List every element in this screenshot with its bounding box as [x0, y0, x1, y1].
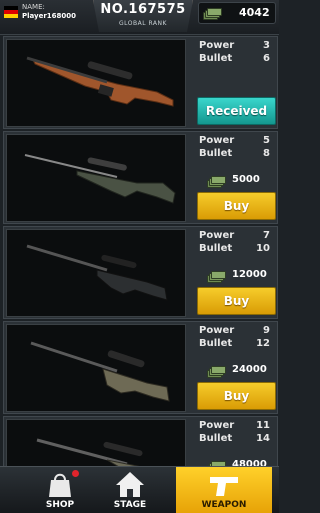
- rifle-icon: [30, 341, 170, 402]
- nav-weapon-label: WEAPON: [201, 500, 247, 510]
- global-rank-panel: NO.167575 GLOBAL RANK: [93, 0, 193, 32]
- weapon-card: Power 3 Bullet 6 Received: [3, 36, 278, 129]
- bullet-label: Bullet: [199, 433, 233, 444]
- bullet-value: 10: [256, 243, 270, 254]
- money-amount: 4042: [239, 6, 270, 19]
- rifle-icon: [26, 244, 168, 301]
- bullet-label: Bullet: [199, 148, 233, 159]
- buy-button[interactable]: Buy: [197, 192, 276, 220]
- nav-weapon[interactable]: WEAPON: [176, 467, 272, 513]
- weapon-image: [6, 134, 186, 222]
- power-value: 3: [263, 40, 270, 51]
- weapon-image: [6, 419, 186, 468]
- top-bar: NAME: Player168000 NO.167575 GLOBAL RANK…: [0, 0, 279, 35]
- power-label: Power: [199, 325, 235, 336]
- weapon-card: Power 9 Bullet 12 24000 Buy: [3, 321, 278, 414]
- rank-label: GLOBAL RANK: [119, 20, 167, 27]
- bullet-value: 14: [256, 433, 270, 444]
- weapon-card: Power 11 Bullet 14 48000: [3, 416, 278, 468]
- cash-icon: [203, 8, 222, 20]
- power-label: Power: [199, 40, 235, 51]
- country-flag-icon: [4, 6, 18, 18]
- home-icon: [116, 472, 144, 497]
- cash-icon: [207, 271, 226, 283]
- bullet-label: Bullet: [199, 243, 233, 254]
- nav-shop[interactable]: SHOP: [30, 467, 90, 513]
- weapon-image: [6, 39, 186, 127]
- weapon-image: [6, 324, 186, 412]
- bullet-value: 6: [263, 53, 270, 64]
- money-display: 4042: [198, 2, 276, 24]
- price-value: 12000: [232, 269, 267, 280]
- power-label: Power: [199, 420, 235, 431]
- price-value: 24000: [232, 364, 267, 375]
- weapon-list[interactable]: Power 3 Bullet 6 Received Power 5 Bullet…: [0, 36, 279, 468]
- rank-number: NO.167575: [100, 2, 186, 17]
- rifle-icon: [36, 438, 150, 468]
- player-name: Player168000: [22, 12, 77, 20]
- received-button[interactable]: Received: [197, 97, 276, 125]
- notification-dot: [72, 470, 79, 477]
- rifle-icon: [26, 56, 174, 107]
- cash-icon: [207, 366, 226, 378]
- weapon-card: Power 7 Bullet 10 12000 Buy: [3, 226, 278, 319]
- pistol-icon: [210, 477, 238, 496]
- shopping-bag-icon: [49, 473, 71, 497]
- power-value: 9: [263, 325, 270, 336]
- nav-stage-label: STAGE: [113, 500, 147, 510]
- weapon-card: Power 5 Bullet 8 5000 Buy: [3, 131, 278, 224]
- power-value: 11: [256, 420, 270, 431]
- bullet-value: 12: [256, 338, 270, 349]
- bullet-label: Bullet: [199, 53, 233, 64]
- power-label: Power: [199, 135, 235, 146]
- nav-shop-label: SHOP: [45, 500, 75, 510]
- price-value: 5000: [232, 174, 260, 185]
- power-value: 7: [263, 230, 270, 241]
- bullet-value: 8: [263, 148, 270, 159]
- power-value: 5: [263, 135, 270, 146]
- bottom-nav: SHOP STAGE WEAPON: [0, 466, 279, 513]
- buy-button[interactable]: Buy: [197, 287, 276, 315]
- rifle-icon: [24, 154, 176, 204]
- nav-stage[interactable]: STAGE: [100, 467, 160, 513]
- player-name-label: NAME:: [22, 3, 45, 11]
- cash-icon: [207, 176, 226, 188]
- power-label: Power: [199, 230, 235, 241]
- weapon-image: [6, 229, 186, 317]
- bullet-label: Bullet: [199, 338, 233, 349]
- buy-button[interactable]: Buy: [197, 382, 276, 410]
